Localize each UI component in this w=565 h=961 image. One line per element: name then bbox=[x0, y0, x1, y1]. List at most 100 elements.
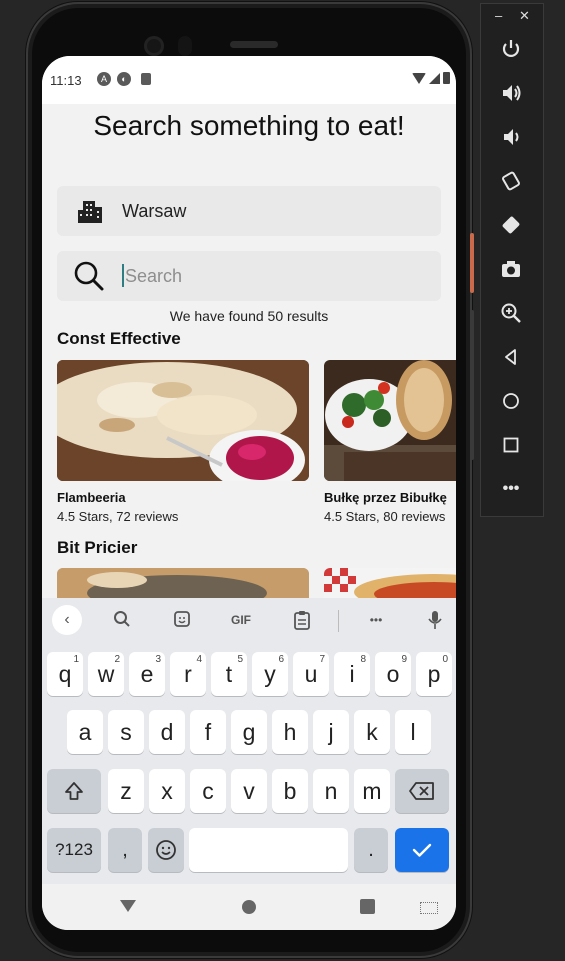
key-a[interactable]: a bbox=[67, 710, 103, 754]
close-icon[interactable]: ✕ bbox=[519, 8, 530, 24]
key-z[interactable]: z bbox=[108, 769, 144, 813]
key-h[interactable]: h bbox=[272, 710, 308, 754]
notification-icon-2: ◐ bbox=[117, 72, 131, 86]
period-key[interactable]: . bbox=[354, 828, 388, 872]
overview-icon[interactable] bbox=[494, 428, 528, 462]
restaurant-name: Flambeeria bbox=[57, 490, 126, 505]
key-p[interactable]: p0 bbox=[416, 652, 452, 696]
page-title: Search something to eat! bbox=[93, 110, 405, 141]
home-icon[interactable] bbox=[494, 384, 528, 418]
text-caret bbox=[122, 264, 124, 287]
nav-home-icon[interactable] bbox=[242, 900, 256, 914]
sensor bbox=[178, 36, 192, 56]
key-g[interactable]: g bbox=[231, 710, 267, 754]
zoom-icon[interactable] bbox=[494, 296, 528, 330]
emoji-key[interactable] bbox=[148, 828, 184, 872]
minimize-icon[interactable]: – bbox=[495, 8, 502, 23]
key-o[interactable]: o9 bbox=[375, 652, 411, 696]
results-count: We have found 50 results bbox=[169, 308, 329, 324]
key-v[interactable]: v bbox=[231, 769, 267, 813]
restaurant-card-partial-2[interactable] bbox=[324, 568, 456, 598]
key-e[interactable]: e3 bbox=[129, 652, 165, 696]
signal-icon bbox=[429, 72, 440, 84]
camera-icon[interactable] bbox=[494, 252, 528, 286]
restaurant-card-flambeeria[interactable]: Flambeeria 4.5 Stars, 72 reviews bbox=[57, 360, 309, 524]
key-b[interactable]: b bbox=[272, 769, 308, 813]
status-indicators bbox=[412, 72, 450, 84]
front-camera bbox=[144, 36, 164, 56]
restaurant-photo bbox=[324, 568, 456, 598]
section-title-bit-pricier: Bit Pricier bbox=[57, 538, 138, 557]
notification-icon: A bbox=[97, 72, 111, 86]
navigation-bar bbox=[42, 884, 456, 930]
comma-key[interactable]: , bbox=[108, 828, 142, 872]
city-value: Warsaw bbox=[122, 201, 187, 221]
battery-icon bbox=[443, 72, 450, 84]
toolbar-divider bbox=[338, 610, 339, 632]
key-j[interactable]: j bbox=[313, 710, 349, 754]
backspace-icon bbox=[409, 782, 434, 800]
restaurant-card-bulke[interactable]: Bułkę przez Bibułkę 4.5 Stars, 80 review… bbox=[324, 360, 456, 524]
key-l[interactable]: l bbox=[395, 710, 431, 754]
key-m[interactable]: m bbox=[354, 769, 390, 813]
sd-card-icon bbox=[141, 73, 151, 85]
volume-down-icon[interactable] bbox=[494, 120, 528, 154]
chevron-left-icon[interactable]: ‹ bbox=[52, 605, 82, 635]
nav-recents-icon[interactable] bbox=[360, 899, 375, 914]
key-u[interactable]: u7 bbox=[293, 652, 329, 696]
key-s[interactable]: s bbox=[108, 710, 144, 754]
restaurant-rating: 4.5 Stars, 72 reviews bbox=[57, 509, 179, 524]
earpiece-speaker bbox=[230, 41, 278, 48]
soft-keyboard: ‹ GIF ••• q1 w2 e3 r4 t5 y6 u7 i8 o9 p 0… bbox=[42, 598, 456, 884]
status-time: 11:13 bbox=[50, 73, 82, 88]
key-x[interactable]: x bbox=[149, 769, 185, 813]
done-key[interactable] bbox=[395, 828, 449, 872]
emoji-icon bbox=[156, 840, 176, 860]
rotate-left-icon[interactable] bbox=[494, 164, 528, 198]
key-c[interactable]: c bbox=[190, 769, 226, 813]
search-icon[interactable] bbox=[110, 610, 134, 630]
search-input[interactable]: Search bbox=[57, 251, 441, 301]
restaurant-card-partial-1[interactable] bbox=[57, 568, 309, 598]
more-icon[interactable]: ••• bbox=[494, 472, 528, 506]
key-q[interactable]: q1 bbox=[47, 652, 83, 696]
key-i[interactable]: i8 bbox=[334, 652, 370, 696]
shift-key[interactable] bbox=[47, 769, 101, 813]
key-d[interactable]: d bbox=[149, 710, 185, 754]
keyboard-toolbar: ‹ GIF ••• bbox=[42, 598, 456, 642]
search-placeholder: Search bbox=[125, 266, 183, 286]
power-side-button bbox=[470, 233, 474, 293]
clipboard-icon[interactable] bbox=[290, 610, 314, 630]
symbols-key[interactable]: ?123 bbox=[47, 828, 101, 872]
volume-up-icon[interactable] bbox=[494, 76, 528, 110]
key-f[interactable]: f bbox=[190, 710, 226, 754]
restaurant-photo bbox=[324, 360, 456, 481]
key-t[interactable]: t5 bbox=[211, 652, 247, 696]
section-title-const-effective: Const Effective bbox=[57, 329, 181, 348]
emulator-window-controls: – ✕ bbox=[481, 4, 543, 30]
key-n[interactable]: n bbox=[313, 769, 349, 813]
key-r[interactable]: r4 bbox=[170, 652, 206, 696]
check-icon bbox=[412, 843, 432, 857]
status-bar: 11:13 A ◐ bbox=[42, 56, 456, 104]
key-y[interactable]: y6 bbox=[252, 652, 288, 696]
space-key[interactable] bbox=[189, 828, 348, 872]
shift-icon bbox=[65, 782, 83, 800]
key-w[interactable]: w2 bbox=[88, 652, 124, 696]
city-field[interactable]: Warsaw bbox=[57, 186, 441, 236]
search-icon bbox=[74, 261, 104, 291]
gif-button[interactable]: GIF bbox=[226, 610, 256, 630]
emulator-toolbar: – ✕ ••• bbox=[480, 3, 544, 517]
sticker-icon[interactable] bbox=[170, 610, 194, 630]
key-k[interactable]: k bbox=[354, 710, 390, 754]
app-screen: 11:13 A ◐ Search something to eat! Warsa… bbox=[42, 56, 456, 930]
microphone-icon[interactable] bbox=[423, 610, 447, 630]
more-options-icon[interactable]: ••• bbox=[362, 610, 390, 630]
back-icon[interactable] bbox=[494, 340, 528, 374]
keyboard-switch-icon[interactable] bbox=[420, 902, 438, 914]
backspace-key[interactable] bbox=[395, 769, 449, 813]
rotate-right-icon[interactable] bbox=[494, 208, 528, 242]
power-icon[interactable] bbox=[494, 32, 528, 66]
restaurant-rating: 4.5 Stars, 80 reviews bbox=[324, 509, 446, 524]
nav-back-icon[interactable] bbox=[120, 900, 136, 912]
